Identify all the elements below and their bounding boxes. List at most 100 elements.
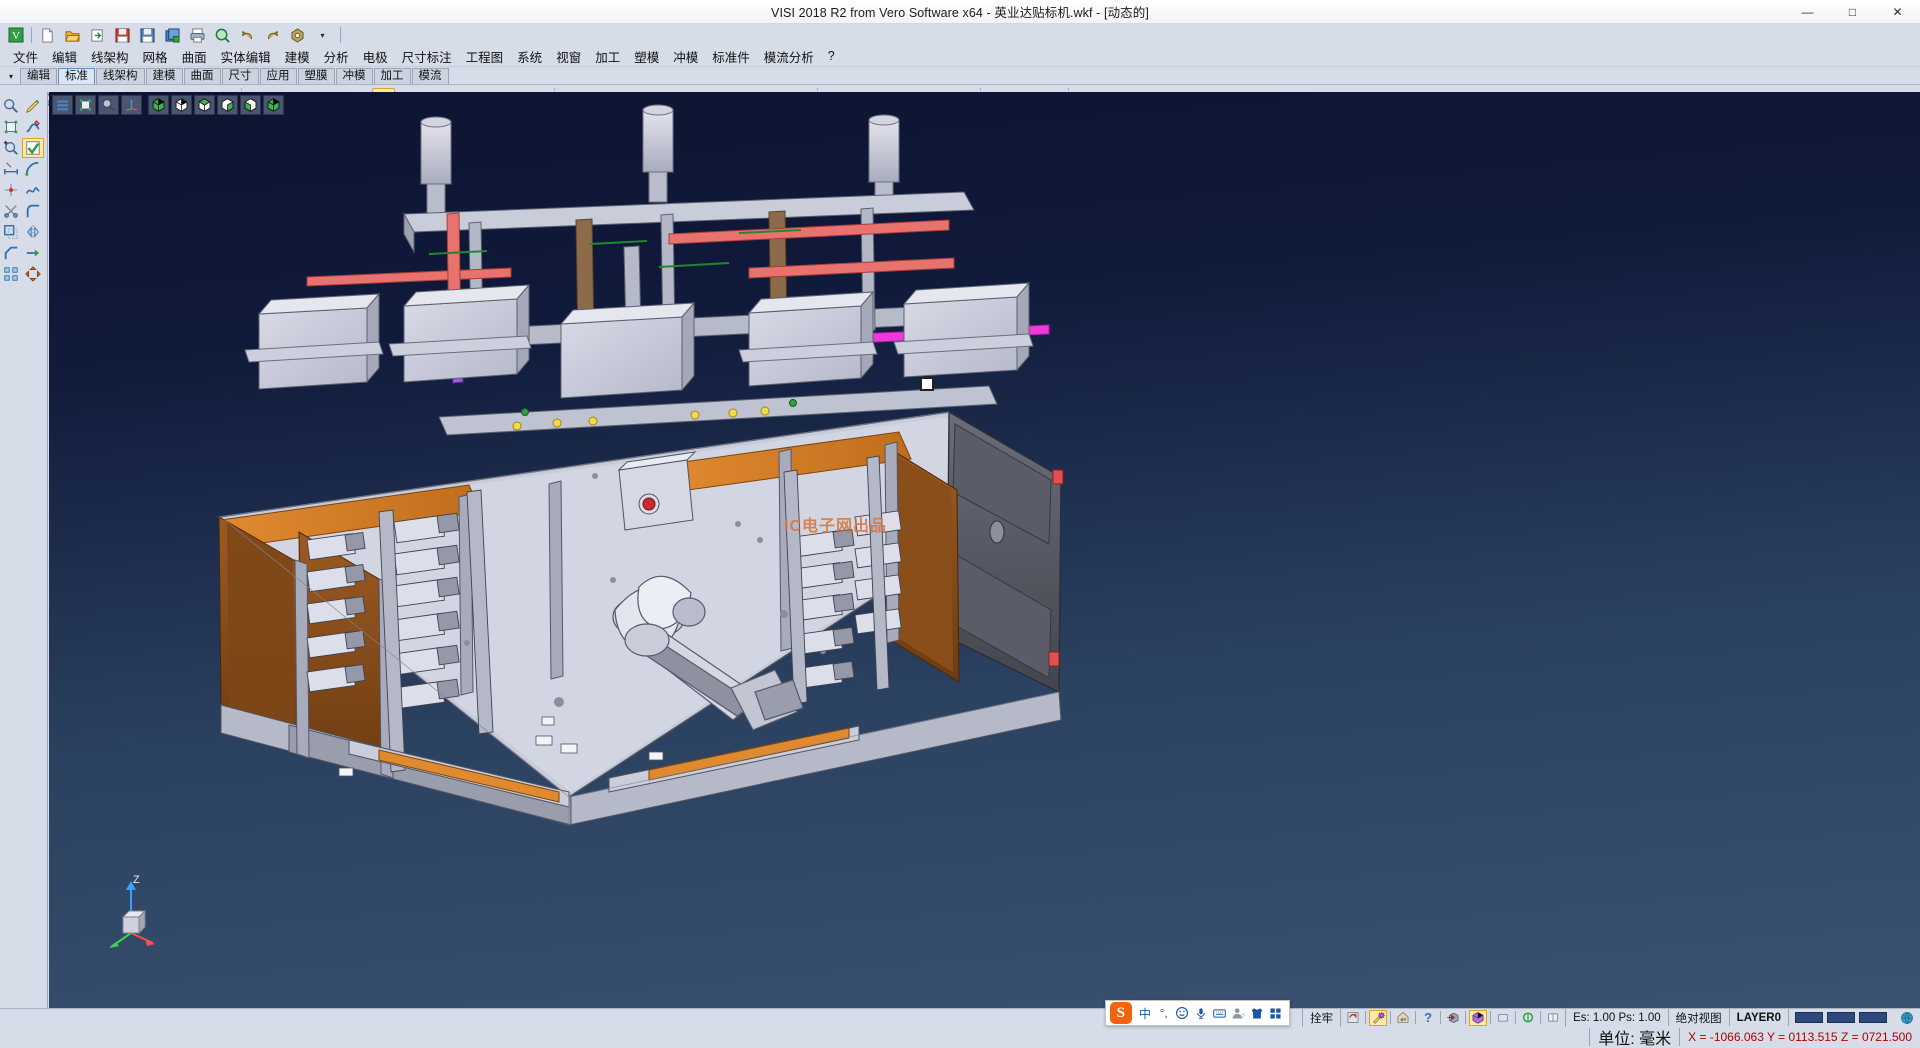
layer-list-icon[interactable]: [52, 95, 73, 115]
house-icon[interactable]: [1394, 1010, 1412, 1026]
menu-progress-die[interactable]: 冲模: [666, 45, 705, 68]
close-button[interactable]: ✕: [1875, 0, 1920, 24]
zoom-selection-icon[interactable]: [0, 138, 22, 158]
maximize-button[interactable]: □: [1830, 0, 1875, 24]
print-preview-icon[interactable]: [211, 24, 234, 47]
tab-application[interactable]: 应用: [260, 68, 297, 84]
offset-icon[interactable]: [0, 222, 22, 242]
mirror-icon[interactable]: [22, 222, 44, 242]
minimize-button[interactable]: —: [1785, 0, 1830, 24]
print-icon[interactable]: [186, 24, 209, 47]
sogou-logo-icon[interactable]: S: [1110, 1002, 1132, 1024]
open-folder-icon[interactable]: [61, 24, 84, 47]
select-window-icon[interactable]: [0, 117, 22, 137]
ime-skin-button[interactable]: [1248, 1002, 1267, 1024]
menu-analysis[interactable]: 分析: [317, 45, 356, 68]
new-file-icon[interactable]: [36, 24, 59, 47]
tab-machining[interactable]: 加工: [374, 68, 411, 84]
tab-edit[interactable]: 编辑: [20, 68, 57, 84]
transform-icon[interactable]: [22, 264, 44, 284]
menu-mould[interactable]: 塑模: [627, 45, 666, 68]
menu-machining[interactable]: 加工: [588, 45, 627, 68]
ime-emoji-button[interactable]: [1173, 1002, 1192, 1024]
ime-chinese-mode-button[interactable]: 中: [1136, 1002, 1155, 1024]
view-top-icon[interactable]: [194, 95, 215, 115]
tab-surface[interactable]: 曲面: [184, 68, 221, 84]
menu-dimension[interactable]: 尺寸标注: [395, 45, 459, 68]
tab-dimension[interactable]: 尺寸: [222, 68, 259, 84]
trim-icon[interactable]: [0, 201, 22, 221]
measure-icon[interactable]: [0, 159, 22, 179]
properties-icon[interactable]: [286, 24, 309, 47]
analyze-icon[interactable]: [0, 96, 22, 116]
ime-keyboard-button[interactable]: [1210, 1002, 1229, 1024]
3d-viewport[interactable]: IC电子网出品 Z: [49, 92, 1920, 1008]
globe-icon[interactable]: [1893, 1009, 1920, 1027]
tab-die[interactable]: 冲模: [336, 68, 373, 84]
menu-standard-parts[interactable]: 标准件: [705, 45, 757, 68]
draw-curve-icon[interactable]: [22, 117, 44, 137]
ortho-toggle-icon[interactable]: [1519, 1010, 1537, 1026]
fillet-icon[interactable]: [22, 201, 44, 221]
tabstrip-dropdown-icon[interactable]: ▾: [2, 68, 20, 84]
magic-wand-icon[interactable]: [1369, 1010, 1387, 1026]
cube-select-icon[interactable]: [1444, 1010, 1462, 1026]
menu-solid-edit[interactable]: 实体编辑: [214, 45, 278, 68]
menu-electrode[interactable]: 电极: [356, 45, 395, 68]
draw-line-icon[interactable]: [22, 96, 44, 116]
save-all-icon[interactable]: [161, 24, 184, 47]
menu-drawing[interactable]: 工程图: [459, 45, 511, 68]
undo-icon[interactable]: [236, 24, 259, 47]
zoom-dynamic-icon[interactable]: [98, 95, 119, 115]
grid-toggle-icon[interactable]: [1494, 1010, 1512, 1026]
axis-icon[interactable]: [121, 95, 142, 115]
menu-mesh[interactable]: 网格: [136, 45, 175, 68]
point-icon[interactable]: [0, 180, 22, 200]
ime-user-button[interactable]: ?: [1229, 1002, 1248, 1024]
layer-label[interactable]: LAYER0: [1729, 1009, 1788, 1027]
tab-flow[interactable]: 模流: [412, 68, 449, 84]
overflow-chevron-icon[interactable]: ▾: [311, 24, 334, 47]
save-as-icon[interactable]: [136, 24, 159, 47]
select-all-icon[interactable]: [75, 95, 96, 115]
tab-standard[interactable]: 标准: [58, 68, 95, 84]
menu-system[interactable]: 系统: [510, 45, 549, 68]
menu-surface[interactable]: 曲面: [175, 45, 214, 68]
snap-toggle-icon[interactable]: [1344, 1010, 1362, 1026]
app-logo-icon[interactable]: V: [4, 24, 27, 47]
extend-icon[interactable]: [22, 243, 44, 263]
menu-help[interactable]: ?: [821, 47, 842, 65]
chamfer-icon[interactable]: [0, 243, 22, 263]
import-icon[interactable]: [86, 24, 109, 47]
confirm-check-icon[interactable]: [22, 138, 44, 158]
save-icon[interactable]: [111, 24, 134, 47]
view-right-icon[interactable]: [217, 95, 238, 115]
menu-window[interactable]: 视窗: [549, 45, 588, 68]
view-front-icon[interactable]: [171, 95, 192, 115]
color-swatch-3[interactable]: [1859, 1012, 1887, 1023]
arc-icon[interactable]: [22, 159, 44, 179]
menu-wireframe[interactable]: 线架构: [84, 45, 136, 68]
redo-icon[interactable]: [261, 24, 284, 47]
pattern-icon[interactable]: [0, 264, 22, 284]
menu-edit[interactable]: 编辑: [45, 45, 84, 68]
menu-flow-analysis[interactable]: 模流分析: [757, 45, 821, 68]
ime-punctuation-button[interactable]: °,: [1154, 1002, 1173, 1024]
menu-file[interactable]: 文件: [6, 45, 45, 68]
tab-wireframe[interactable]: 线架构: [96, 68, 145, 84]
ime-apps-button[interactable]: [1266, 1002, 1285, 1024]
tab-modeling[interactable]: 建模: [146, 68, 183, 84]
help-question-icon[interactable]: ?: [1419, 1010, 1437, 1026]
cube-color-icon[interactable]: [1469, 1010, 1487, 1026]
spline-icon[interactable]: [22, 180, 44, 200]
tab-mould[interactable]: 塑膜: [298, 68, 335, 84]
ime-voice-input-button[interactable]: [1192, 1002, 1211, 1024]
color-swatch-2[interactable]: [1827, 1012, 1855, 1023]
view-mode-label[interactable]: 绝对视图: [1668, 1009, 1729, 1027]
view-iso-icon[interactable]: [148, 95, 169, 115]
color-swatch-1[interactable]: [1795, 1012, 1823, 1023]
window-split-icon[interactable]: [1544, 1010, 1562, 1026]
view-bottom-icon[interactable]: [263, 95, 284, 115]
view-left-icon[interactable]: [240, 95, 261, 115]
menu-modeling[interactable]: 建模: [278, 45, 317, 68]
